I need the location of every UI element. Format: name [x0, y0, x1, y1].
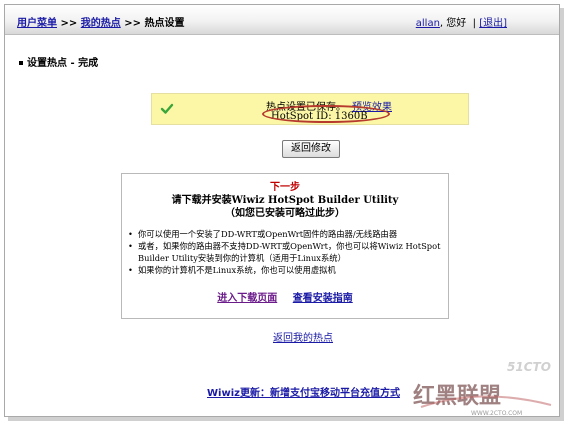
svg-text:51CTO: 51CTO	[507, 360, 551, 374]
breadcrumb-separator: >>	[60, 18, 78, 29]
install-guide-link[interactable]: 查看安装指南	[293, 293, 353, 304]
section-title-text: 设置热点 - 完成	[27, 58, 99, 69]
frame-shadow-bottom	[8, 417, 564, 421]
checkmark-icon	[160, 103, 174, 114]
next-step-list: 你可以使用一个安装了DD-WRT或OpenWrt固件的路由器/无线路由器 或者，…	[128, 228, 446, 276]
breadcrumb-separator: >>	[124, 18, 141, 29]
breadcrumb-user-menu[interactable]: 用户菜单	[17, 18, 57, 29]
next-step-panel: 下一步 请下载并安装Wiwiz HotSpot Builder Utility …	[121, 173, 449, 319]
highlight-ellipse	[262, 105, 390, 123]
watermark-logo: 51CTO 红黑联盟 WWW.2CTO.COM	[413, 360, 552, 417]
download-page-link[interactable]: 进入下载页面	[217, 293, 277, 304]
frame-shadow-right	[560, 8, 564, 420]
list-item: 如果你的计算机不是Linux系统，你也可以使用虚拟机	[128, 264, 446, 276]
update-news-link[interactable]: Wiwiz更新：新增支付宝移动平台充值方式	[207, 384, 400, 399]
next-step-links: 进入下载页面 查看安装指南	[122, 289, 448, 304]
list-item: 你可以使用一个安装了DD-WRT或OpenWrt固件的路由器/无线路由器	[128, 228, 446, 240]
next-step-subheading: （如您已安装可略过此步）	[225, 208, 345, 219]
breadcrumb-current: 热点设置	[144, 18, 185, 29]
breadcrumb-my-hotspots[interactable]: 我的热点	[81, 18, 121, 29]
breadcrumb: 用户菜单 >> 我的热点 >> 热点设置	[17, 14, 184, 29]
logout-link[interactable]: [退出]	[479, 18, 507, 29]
success-notice: 热点设置已保存。 预览效果 HotSpot ID: 1360B	[151, 93, 469, 125]
back-to-edit-button[interactable]: 返回修改	[282, 140, 340, 158]
list-item: 或者，如果你的路由器不支持DD-WRT或OpenWrt，你也可以将Wiwiz H…	[128, 240, 446, 264]
page-frame: 用户菜单 >> 我的热点 >> 热点设置 allan, 您好 | [退出] 设置…	[4, 4, 560, 417]
username-link[interactable]: allan	[416, 18, 440, 29]
top-bar: 用户菜单 >> 我的热点 >> 热点设置 allan, 您好 | [退出]	[5, 5, 559, 35]
square-bullet-icon	[19, 61, 23, 65]
user-info: allan, 您好 | [退出]	[415, 18, 507, 29]
greeting-text: , 您好	[439, 18, 467, 29]
return-my-hotspots-link[interactable]: 返回我的热点	[273, 329, 333, 344]
svg-text:WWW.2CTO.COM: WWW.2CTO.COM	[471, 410, 522, 417]
section-title: 设置热点 - 完成	[19, 54, 98, 69]
